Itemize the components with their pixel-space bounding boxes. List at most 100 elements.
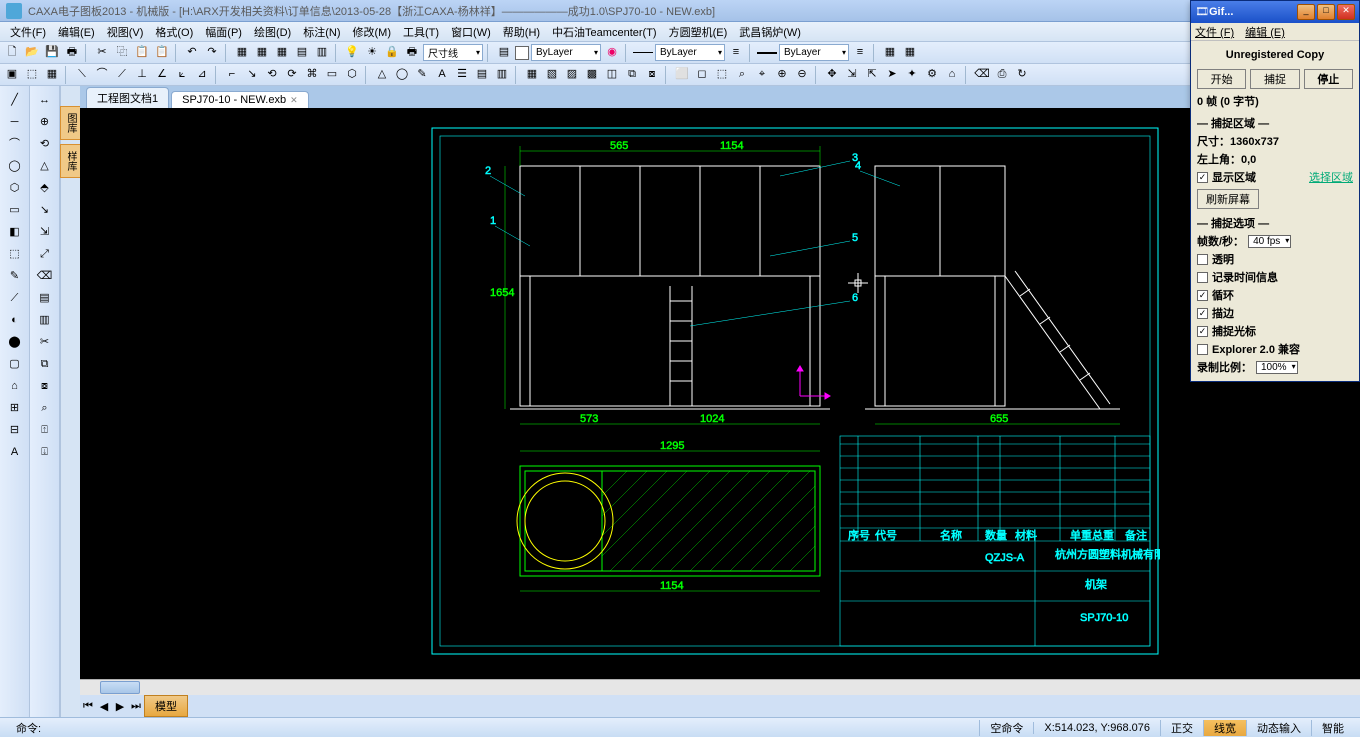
gif-min-btn[interactable]: _	[1297, 4, 1315, 20]
gif-close-btn[interactable]: ✕	[1337, 4, 1355, 20]
gif-cb-showarea[interactable]: ✓	[1197, 172, 1208, 183]
color-combo[interactable]: ByLayer	[531, 44, 601, 61]
mod-tool-13[interactable]: ⧇	[34, 376, 56, 396]
tool-btn-22[interactable]: ▧	[543, 66, 561, 84]
tool-btn-4[interactable]: ∠	[153, 66, 171, 84]
draw-tool-12[interactable]: ▢	[4, 354, 26, 374]
tool-btn-11[interactable]: ⌘	[303, 66, 321, 84]
copy-btn[interactable]: ⿻	[113, 44, 131, 62]
status-dyn[interactable]: 动态输入	[1246, 720, 1311, 736]
tool-btn-30[interactable]: ⬚	[713, 66, 731, 84]
tool-btn-21[interactable]: ▦	[523, 66, 541, 84]
tool-btn-16[interactable]: ✎	[413, 66, 431, 84]
open-btn[interactable]: 📂	[23, 44, 41, 62]
tool-btn-8[interactable]: ↘	[243, 66, 261, 84]
ext2-btn[interactable]: ▦	[901, 44, 919, 62]
lw-mgr-btn[interactable]: ≡	[851, 44, 869, 62]
tool-btn-20[interactable]: ▥	[493, 66, 511, 84]
gif-window[interactable]: 🎞 Gif... _ □ ✕ 文件 (F) 编辑 (E) Unregistere…	[1190, 0, 1360, 382]
doc-tab-1[interactable]: SPJ70-10 - NEW.exb✕	[171, 91, 308, 108]
tool-btn-43[interactable]: ⎙	[993, 66, 1011, 84]
menu-7[interactable]: 修改(M)	[347, 22, 398, 41]
tool-btn-36[interactable]: ⇲	[843, 66, 861, 84]
mod-tool-4[interactable]: ⬘	[34, 178, 56, 198]
tool-btn-17[interactable]: A	[433, 66, 451, 84]
status-lineweight[interactable]: 线宽	[1203, 720, 1246, 736]
tool-e-btn[interactable]: ▥	[313, 44, 331, 62]
gif-max-btn[interactable]: □	[1317, 4, 1335, 20]
mod-tool-16[interactable]: ⍗	[34, 442, 56, 462]
tab-prev-btn[interactable]: ◀	[96, 700, 112, 713]
cut-btn[interactable]: ✂	[93, 44, 111, 62]
gif-cb-explorer[interactable]	[1197, 344, 1208, 355]
tool-d-btn[interactable]: ▤	[293, 44, 311, 62]
tool-btn-41[interactable]: ⌂	[943, 66, 961, 84]
linetype-combo[interactable]: ByLayer	[655, 44, 725, 61]
tool-btn-15[interactable]: ◯	[393, 66, 411, 84]
mod-tool-14[interactable]: ⌕	[34, 398, 56, 418]
gif-ratio-select[interactable]: 100%	[1256, 361, 1298, 374]
ext1-btn[interactable]: ▦	[881, 44, 899, 62]
draw-tool-8[interactable]: ✎	[4, 266, 26, 286]
menu-6[interactable]: 标注(N)	[297, 22, 346, 41]
tool-btn-24[interactable]: ▩	[583, 66, 601, 84]
tool-btn-40[interactable]: ⚙	[923, 66, 941, 84]
tool-btn-33[interactable]: ⊕	[773, 66, 791, 84]
mod-tool-6[interactable]: ⇲	[34, 222, 56, 242]
tool-btn-23[interactable]: ▨	[563, 66, 581, 84]
gif-stop-btn[interactable]: 停止	[1304, 69, 1353, 89]
menu-3[interactable]: 格式(O)	[149, 22, 199, 41]
sel-all-btn[interactable]: ⬚	[23, 66, 41, 84]
mod-tool-7[interactable]: ⤢	[34, 244, 56, 264]
menu-1[interactable]: 编辑(E)	[52, 22, 101, 41]
draw-tool-10[interactable]: ◐	[4, 310, 26, 330]
gif-start-btn[interactable]: 开始	[1197, 69, 1246, 89]
mod-tool-8[interactable]: ⌫	[34, 266, 56, 286]
gif-cb-loop[interactable]: ✓	[1197, 290, 1208, 301]
menu-11[interactable]: 中石油Teamcenter(T)	[546, 22, 663, 41]
draw-tool-2[interactable]: ⌒	[4, 134, 26, 154]
status-smart[interactable]: 智能	[1311, 720, 1354, 736]
lt-mgr-btn[interactable]: ≡	[727, 44, 745, 62]
drawing-canvas[interactable]: 565 1154 1654 573 1024 655 1154 1295 2 1…	[80, 108, 1360, 679]
draw-tool-7[interactable]: ⬚	[4, 244, 26, 264]
tool-btn-6[interactable]: ⊿	[193, 66, 211, 84]
gif-cb-time[interactable]	[1197, 272, 1208, 283]
gif-cb-trans[interactable]	[1197, 254, 1208, 265]
print-btn[interactable]: 🖶	[63, 44, 81, 62]
draw-tool-15[interactable]: ⊟	[4, 420, 26, 440]
tool-c-btn[interactable]: ▦	[273, 44, 291, 62]
mod-tool-2[interactable]: ⟲	[34, 134, 56, 154]
new-btn[interactable]: 🗋	[3, 44, 21, 62]
gif-titlebar[interactable]: 🎞 Gif... _ □ ✕	[1191, 1, 1359, 23]
mod-tool-11[interactable]: ✂	[34, 332, 56, 352]
save-btn[interactable]: 💾	[43, 44, 61, 62]
color-swatch[interactable]	[515, 46, 529, 60]
menu-12[interactable]: 方圆塑机(E)	[663, 22, 734, 41]
tool-btn-37[interactable]: ⇱	[863, 66, 881, 84]
undo-btn[interactable]: ↶	[183, 44, 201, 62]
tool-btn-12[interactable]: ▭	[323, 66, 341, 84]
menu-10[interactable]: 帮助(H)	[497, 22, 546, 41]
draw-tool-1[interactable]: ─	[4, 112, 26, 132]
layer-tool-btn[interactable]: ▤	[495, 44, 513, 62]
draw-tool-11[interactable]: ⬤	[4, 332, 26, 352]
doc-tab-0[interactable]: 工程图文档1	[86, 87, 169, 108]
print2-btn[interactable]: 🖶	[403, 44, 421, 62]
draw-tool-4[interactable]: ⬡	[4, 178, 26, 198]
tool-btn-18[interactable]: ☰	[453, 66, 471, 84]
command-prompt[interactable]: 命令:	[6, 720, 979, 736]
paste2-btn[interactable]: 📋	[153, 44, 171, 62]
tool-btn-19[interactable]: ▤	[473, 66, 491, 84]
gif-refresh-btn[interactable]: 刷新屏幕	[1197, 189, 1259, 209]
tab-next-btn[interactable]: ▶	[112, 700, 128, 713]
gif-capture-btn[interactable]: 捕捉	[1250, 69, 1299, 89]
gif-cb-stroke[interactable]: ✓	[1197, 308, 1208, 319]
tool-btn-38[interactable]: ➤	[883, 66, 901, 84]
tool-btn-13[interactable]: ⬡	[343, 66, 361, 84]
tab-first-btn[interactable]: ⏮	[80, 700, 96, 713]
tool-btn-39[interactable]: ✦	[903, 66, 921, 84]
menu-13[interactable]: 武昌锅炉(W)	[733, 22, 807, 41]
dock-tab-library[interactable]: 图库	[60, 106, 81, 140]
sel-cross-btn[interactable]: ▦	[43, 66, 61, 84]
